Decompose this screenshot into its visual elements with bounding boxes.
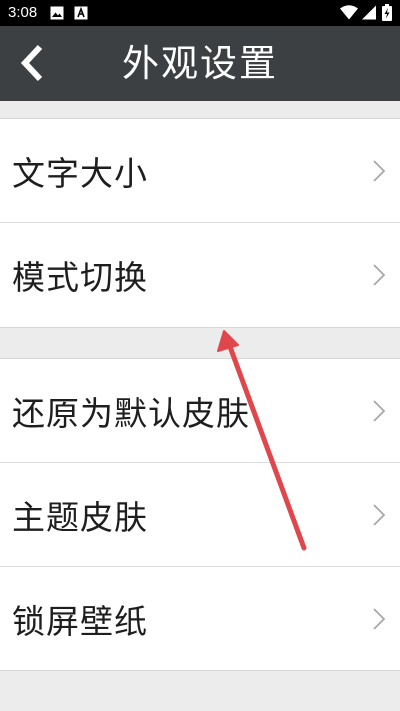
app-bar: 外观设置 — [0, 26, 400, 101]
a-badge-icon — [74, 5, 88, 24]
settings-item-theme-skin[interactable]: 主题皮肤 — [0, 462, 400, 566]
status-time: 3:08 — [8, 4, 38, 21]
back-button[interactable] — [8, 38, 56, 88]
settings-item-text-size[interactable]: 文字大小 — [0, 119, 400, 222]
settings-item-mode-switch[interactable]: 模式切换 — [0, 222, 400, 326]
settings-item-label: 还原为默认皮肤 — [12, 393, 250, 433]
settings-item-label: 模式切换 — [12, 257, 148, 297]
settings-item-label: 主题皮肤 — [12, 497, 148, 537]
status-bar: 3:08 — [0, 0, 400, 26]
section-gap — [0, 328, 400, 358]
settings-item-label: 锁屏壁纸 — [12, 601, 148, 641]
chevron-left-icon — [20, 44, 43, 82]
chevron-right-icon — [373, 607, 386, 630]
settings-item-lock-screen-wallpaper[interactable]: 锁屏壁纸 — [0, 566, 400, 670]
settings-group-display: 文字大小 模式切换 — [0, 118, 400, 328]
chevron-right-icon — [373, 503, 386, 526]
chevron-right-icon — [373, 159, 386, 182]
signal-icon — [362, 5, 376, 24]
settings-item-restore-default-skin[interactable]: 还原为默认皮肤 — [0, 359, 400, 462]
battery-charging-icon — [382, 4, 392, 25]
section-gap — [0, 101, 400, 118]
settings-group-skin: 还原为默认皮肤 主题皮肤 锁屏壁纸 — [0, 358, 400, 671]
settings-item-label: 文字大小 — [12, 153, 148, 193]
page-title: 外观设置 — [122, 42, 278, 85]
chevron-right-icon — [373, 263, 386, 286]
wifi-icon — [340, 5, 358, 24]
image-icon — [50, 5, 64, 24]
chevron-right-icon — [373, 399, 386, 422]
